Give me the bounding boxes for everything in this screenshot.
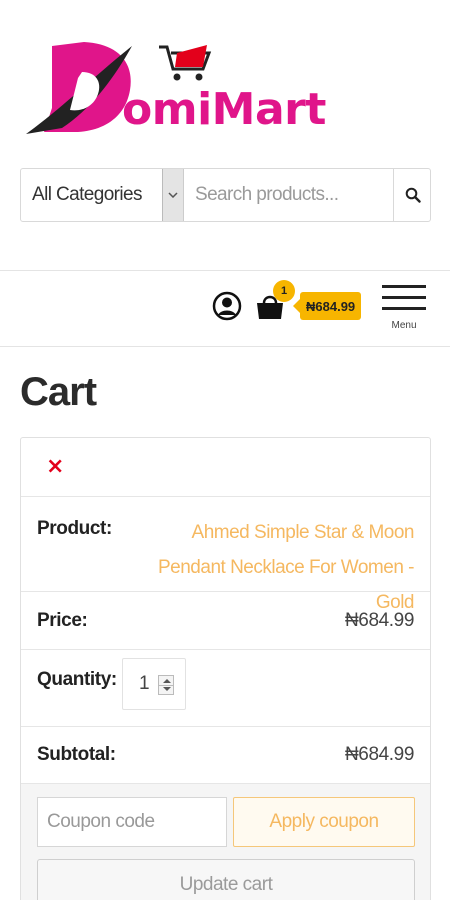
cart-price-row: Price: ₦684.99	[21, 592, 430, 650]
remove-item-button[interactable]: ×	[46, 454, 64, 479]
cart-quantity-row: Quantity: 1	[21, 650, 430, 727]
spin-down-icon[interactable]	[163, 687, 171, 691]
quantity-stepper[interactable]: 1	[122, 658, 186, 710]
product-label: Product:	[37, 518, 112, 539]
category-dropdown-arrow[interactable]	[162, 169, 184, 221]
category-select-value: All Categories	[32, 184, 142, 205]
logo-cart-icon	[159, 45, 212, 81]
category-select[interactable]: All Categories	[21, 169, 163, 221]
subtotal-value: ₦684.99	[344, 744, 414, 765]
price-label: Price:	[37, 610, 88, 631]
account-button[interactable]	[212, 291, 242, 321]
quantity-label: Quantity:	[37, 669, 117, 690]
site-logo[interactable]: omiMart	[22, 38, 352, 138]
cart-count-badge: 1	[273, 280, 295, 302]
quantity-value: 1	[139, 673, 150, 694]
coupon-code-input[interactable]	[37, 797, 227, 847]
hamburger-icon-line	[382, 307, 426, 310]
apply-coupon-button[interactable]: Apply coupon	[233, 797, 415, 847]
cart-item-card: × Product: Ahmed Simple Star & Moon Pend…	[20, 437, 431, 900]
search-input[interactable]	[185, 169, 393, 221]
header-bar: 1 ₦684.99 Menu	[0, 270, 450, 347]
update-cart-button[interactable]: Update cart	[37, 859, 415, 900]
page-title: Cart	[20, 370, 97, 414]
cart-product-row: Product: Ahmed Simple Star & Moon Pendan…	[21, 497, 430, 613]
search-icon	[405, 187, 421, 203]
subtotal-label: Subtotal:	[37, 744, 116, 765]
spin-up-icon[interactable]	[163, 679, 171, 683]
logo-text: omiMart	[122, 84, 326, 135]
quantity-spinner[interactable]	[158, 675, 174, 695]
chevron-down-icon	[168, 192, 178, 198]
hamburger-icon-line	[382, 296, 426, 299]
hamburger-icon-line	[382, 285, 426, 288]
cart-total-badge[interactable]: ₦684.99	[292, 292, 362, 320]
search-button[interactable]	[393, 169, 431, 221]
cart-remove-row: ×	[21, 438, 430, 497]
menu-button[interactable]: Menu	[382, 283, 426, 333]
cart-actions: Apply coupon Update cart	[21, 784, 430, 900]
cart-subtotal-row: Subtotal: ₦684.99	[21, 727, 430, 784]
user-account-icon	[212, 291, 242, 321]
price-value: ₦684.99	[344, 610, 414, 631]
menu-label: Menu	[391, 320, 417, 331]
product-search-bar: All Categories	[20, 168, 431, 222]
